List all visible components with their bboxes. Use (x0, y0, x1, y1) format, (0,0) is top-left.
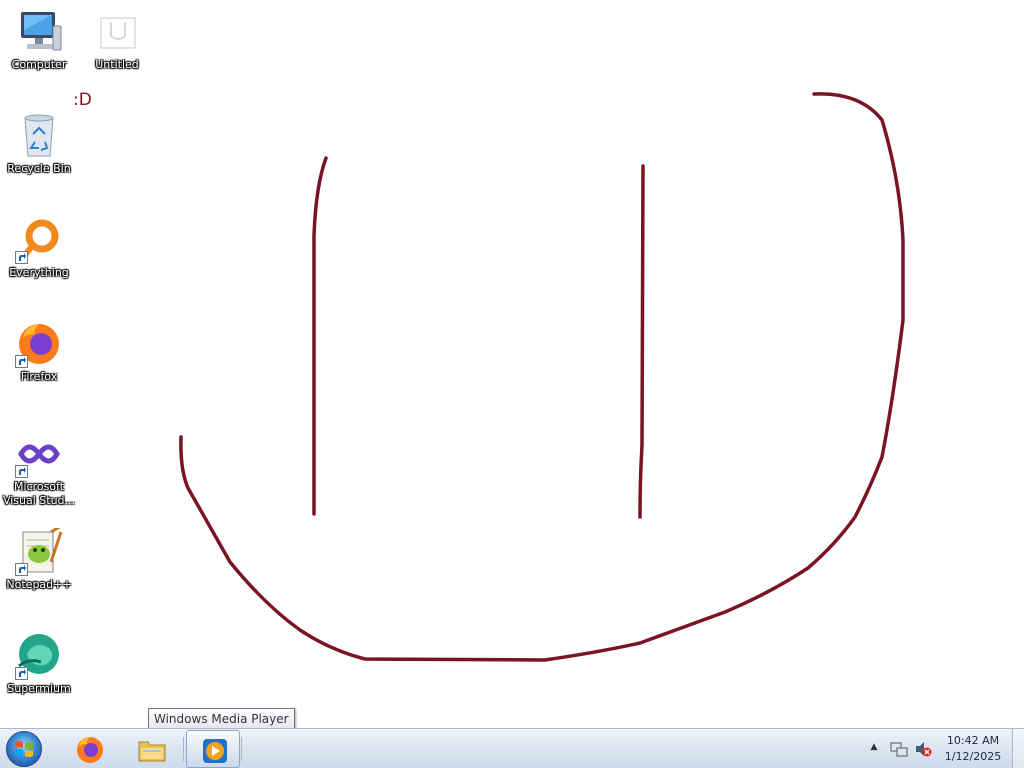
desktop[interactable]: Computer Untitled Recycle Bin Everything… (0, 0, 1024, 728)
right-eye-stroke (638, 164, 645, 519)
left-eye-stroke (312, 156, 328, 516)
firefox-icon (77, 737, 103, 763)
media-player-icon (203, 739, 227, 763)
windows-logo-icon (15, 741, 33, 757)
taskbar-media-player-button[interactable] (186, 730, 240, 768)
folder-icon (138, 741, 166, 762)
taskbar-explorer-button[interactable] (124, 730, 178, 768)
taskbar-firefox-button[interactable] (62, 730, 116, 768)
taskbar-separator (183, 737, 184, 761)
wallpaper-drawing (179, 92, 905, 662)
smile-stroke (179, 92, 905, 662)
network-icon[interactable] (890, 740, 908, 758)
taskbar-tooltip: Windows Media Player (148, 708, 295, 730)
volume-muted-icon[interactable] (914, 740, 932, 758)
taskbar-clock[interactable]: 10:42 AM 1/12/2025 (940, 733, 1006, 765)
clock-date: 1/12/2025 (944, 750, 1002, 763)
taskbar-separator (241, 737, 242, 761)
show-desktop-button[interactable] (1012, 729, 1024, 768)
taskbar: ▲ 10:42 AM 1/12/2025 (0, 728, 1024, 768)
show-hidden-icons-arrow[interactable]: ▲ (868, 741, 880, 753)
clock-time: 10:42 AM (946, 734, 1000, 747)
start-button[interactable] (6, 731, 42, 767)
